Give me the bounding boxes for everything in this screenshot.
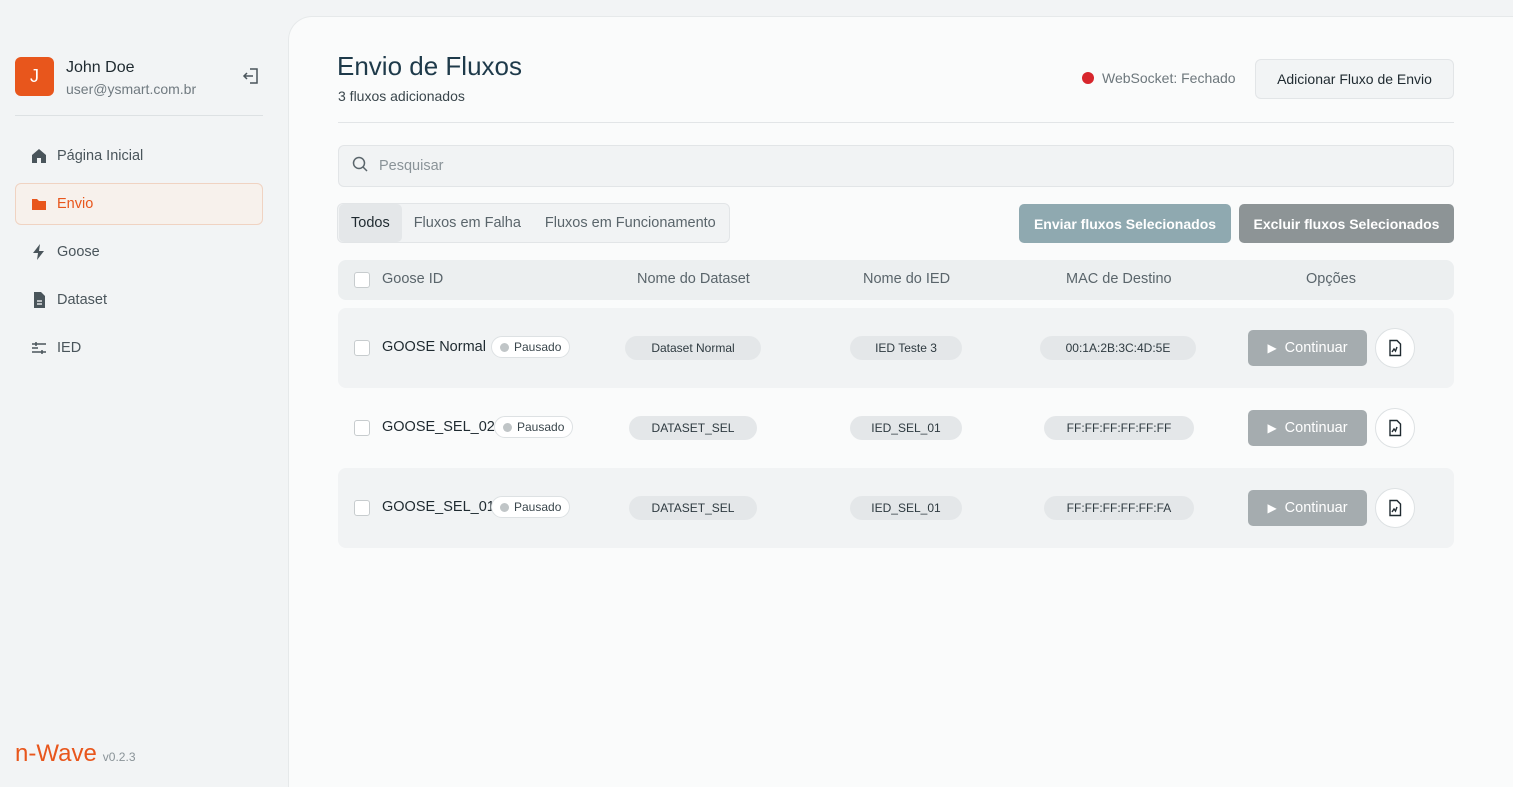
row-checkbox[interactable] <box>354 340 370 356</box>
file-icon <box>30 291 48 309</box>
dataset-name: Dataset Normal <box>625 336 761 360</box>
ied-name: IED_SEL_01 <box>850 496 962 520</box>
page-subtitle: 3 fluxos adicionados <box>338 88 465 104</box>
table-row: GOOSE Normal Pausado Dataset Normal IED … <box>338 308 1454 388</box>
sidebar: J John Doe user@ysmart.com.br Página Ini… <box>0 0 288 787</box>
page-title: Envio de Fluxos <box>337 51 522 81</box>
status-dot-icon <box>500 342 509 352</box>
divider <box>338 122 1454 123</box>
search-input[interactable] <box>379 158 1379 174</box>
mac-address: FF:FF:FF:FF:FF:FA <box>1044 496 1194 520</box>
add-flow-button[interactable]: Adicionar Fluxo de Envio <box>1255 59 1454 99</box>
table-row: GOOSE_SEL_02 Pausado DATASET_SEL IED_SEL… <box>338 388 1454 468</box>
tab-fluxos-em-funcionamento[interactable]: Fluxos em Funcionamento <box>533 204 728 242</box>
sidebar-item-ied[interactable]: IED <box>15 327 263 369</box>
table-header: Goose ID Nome do Dataset Nome do IED MAC… <box>338 260 1454 300</box>
sidebar-item-label: Página Inicial <box>57 148 144 164</box>
status-dot-icon <box>500 502 509 512</box>
goose-id: GOOSE Normal <box>382 339 486 355</box>
websocket-status: WebSocket: Fechado <box>1082 70 1236 86</box>
app-version: v0.2.3 <box>102 750 136 764</box>
status-label: Pausado <box>514 500 562 514</box>
sidebar-item-label: IED <box>57 340 82 356</box>
document-icon[interactable] <box>1375 488 1415 528</box>
mac-address: 00:1A:2B:3C:4D:5E <box>1040 336 1196 360</box>
column-header-mac: MAC de Destino <box>1066 271 1172 287</box>
home-icon <box>30 147 48 165</box>
websocket-status-label: WebSocket: Fechado <box>1102 70 1236 86</box>
goose-id: GOOSE_SEL_02 <box>382 419 495 435</box>
search-bar <box>338 145 1454 187</box>
play-icon: ▶ <box>1267 341 1277 355</box>
sidebar-item-goose[interactable]: Goose <box>15 231 263 273</box>
dataset-name: DATASET_SEL <box>629 416 757 440</box>
sidebar-nav: Página Inicial Envio Goose Dataset IED <box>15 135 263 375</box>
column-header-goose-id: Goose ID <box>382 271 444 287</box>
tab-todos[interactable]: Todos <box>339 204 402 242</box>
status-badge: Pausado <box>491 336 571 358</box>
continue-button[interactable]: ▶ Continuar <box>1248 410 1367 446</box>
folder-icon <box>30 195 48 213</box>
sidebar-item-label: Envio <box>57 196 94 212</box>
sidebar-item-envio[interactable]: Envio <box>15 183 263 225</box>
continue-label: Continuar <box>1284 420 1348 436</box>
search-icon <box>351 155 369 178</box>
sidebar-item-label: Goose <box>57 244 100 260</box>
continue-label: Continuar <box>1284 500 1348 516</box>
select-all-checkbox[interactable] <box>354 272 370 288</box>
sidebar-item-home[interactable]: Página Inicial <box>15 135 263 177</box>
tab-fluxos-em-falha[interactable]: Fluxos em Falha <box>402 204 533 242</box>
sliders-icon <box>30 339 48 357</box>
user-email: user@ysmart.com.br <box>66 81 197 97</box>
dataset-name: DATASET_SEL <box>629 496 757 520</box>
column-header-dataset: Nome do Dataset <box>637 271 750 287</box>
column-header-ied: Nome do IED <box>863 271 951 287</box>
continue-label: Continuar <box>1284 340 1348 356</box>
mac-address: FF:FF:FF:FF:FF:FF <box>1044 416 1194 440</box>
status-dot-icon <box>503 422 512 432</box>
main-panel: Envio de Fluxos 3 fluxos adicionados Web… <box>288 16 1513 787</box>
play-icon: ▶ <box>1267 421 1277 435</box>
status-badge: Pausado <box>491 496 571 518</box>
column-header-options: Opções <box>1306 271 1356 287</box>
brand-name: n-Wave <box>15 740 97 767</box>
status-label: Pausado <box>514 340 562 354</box>
document-icon[interactable] <box>1375 328 1415 368</box>
bolt-icon <box>30 243 48 261</box>
continue-button[interactable]: ▶ Continuar <box>1248 330 1367 366</box>
document-icon[interactable] <box>1375 408 1415 448</box>
avatar: J <box>15 57 54 96</box>
status-label: Pausado <box>517 420 565 434</box>
continue-button[interactable]: ▶ Continuar <box>1248 490 1367 526</box>
user-profile: J John Doe user@ysmart.com.br <box>15 57 263 116</box>
sidebar-item-dataset[interactable]: Dataset <box>15 279 263 321</box>
logout-icon[interactable] <box>241 66 261 86</box>
goose-id: GOOSE_SEL_01 <box>382 499 495 515</box>
play-icon: ▶ <box>1267 501 1277 515</box>
table-row: GOOSE_SEL_01 Pausado DATASET_SEL IED_SEL… <box>338 468 1454 548</box>
row-checkbox[interactable] <box>354 500 370 516</box>
row-checkbox[interactable] <box>354 420 370 436</box>
status-dot-icon <box>1082 72 1094 84</box>
ied-name: IED Teste 3 <box>850 336 962 360</box>
brand-logo: n-Wave v0.2.3 <box>15 740 136 768</box>
status-badge: Pausado <box>494 416 574 438</box>
sidebar-item-label: Dataset <box>57 292 107 308</box>
ied-name: IED_SEL_01 <box>850 416 962 440</box>
delete-selected-button[interactable]: Excluir fluxos Selecionados <box>1239 204 1454 243</box>
filter-tabs: Todos Fluxos em Falha Fluxos em Funciona… <box>337 203 730 243</box>
user-name: John Doe <box>66 59 135 76</box>
send-selected-button[interactable]: Enviar fluxos Selecionados <box>1019 204 1231 243</box>
